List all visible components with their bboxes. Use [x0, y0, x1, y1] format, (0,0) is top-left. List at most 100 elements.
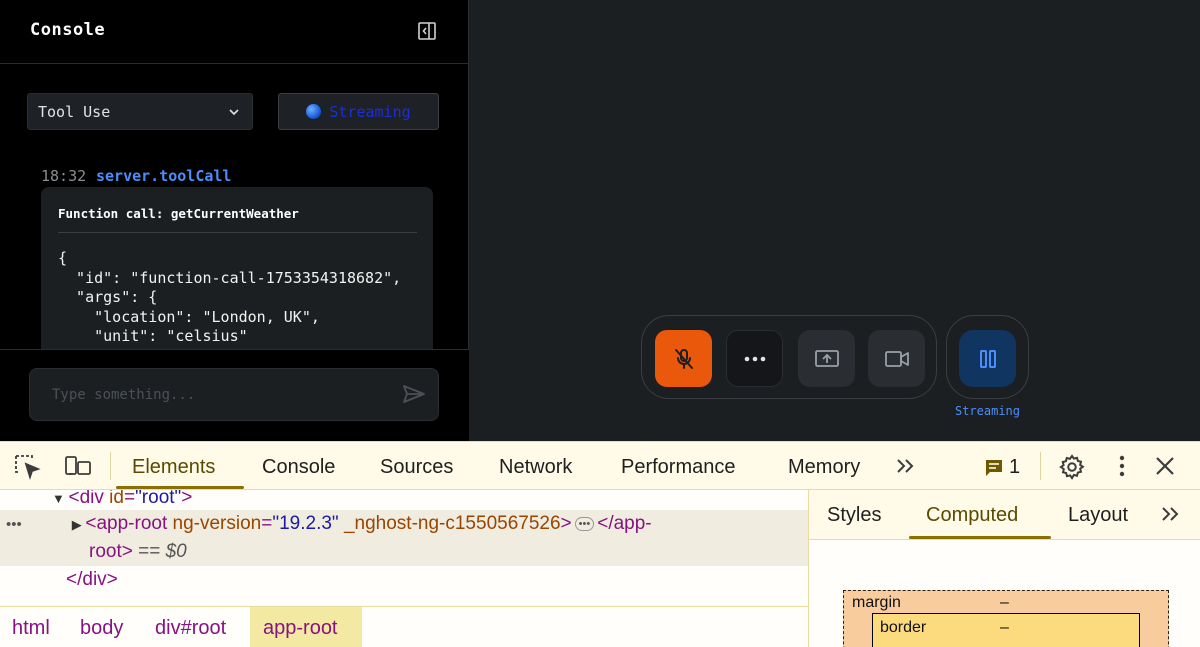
double-chevron-right-icon	[1162, 507, 1179, 521]
tab-elements[interactable]: Elements	[132, 456, 215, 479]
tab-network[interactable]: Network	[499, 456, 572, 479]
tag-name: <app-root	[85, 513, 173, 534]
status-dot-icon	[306, 104, 322, 119]
dom-node-div-close: </div>	[0, 566, 808, 594]
side-pane-tabs: Styles Computed Layout	[809, 490, 1200, 540]
tag-close: </app-	[597, 513, 652, 534]
log-filter-select[interactable]: Tool Use	[27, 93, 253, 130]
streaming-toggle-button[interactable]: Streaming	[278, 93, 439, 130]
function-call-json: { "id": "function-call-1753354318682", "…	[58, 249, 402, 349]
breadcrumb-app-root[interactable]: app-root	[263, 617, 338, 640]
elements-dom-tree: ▼ <div id="root"> ••• ▶ <app-root ng-vers…	[0, 490, 808, 607]
send-icon	[403, 385, 425, 403]
tab-console[interactable]: Console	[262, 456, 335, 479]
chevron-down-icon	[229, 109, 239, 116]
console-header: Console	[0, 0, 469, 64]
row-menu-icon[interactable]: •••	[6, 516, 22, 533]
message-square-icon	[986, 460, 1002, 476]
breadcrumb-body[interactable]: body	[80, 617, 123, 640]
control-tray	[641, 315, 937, 399]
console-panel: Console Tool Use Streaming 18:32 server.…	[0, 0, 469, 441]
log-list: 18:32 server.toolCall Function call: get…	[0, 150, 469, 349]
more-options-button[interactable]	[726, 330, 783, 387]
gear-icon	[1059, 454, 1085, 480]
double-chevron-right-icon	[897, 459, 914, 473]
mic-off-icon	[674, 348, 693, 369]
screen-share-button[interactable]	[798, 330, 855, 387]
streaming-status-label: Streaming	[954, 404, 1021, 418]
issues-count: 1	[1009, 456, 1021, 478]
send-button[interactable]	[402, 384, 426, 409]
attr-name: ng-version	[172, 513, 262, 534]
function-call-title: Function call: getCurrentWeather	[58, 206, 299, 221]
attr-value: "root"	[135, 490, 182, 508]
tab-performance[interactable]: Performance	[621, 456, 736, 479]
camera-button[interactable]	[868, 330, 925, 387]
present-screen-icon	[814, 349, 839, 367]
tab-memory[interactable]: Memory	[788, 456, 860, 479]
log-entry-card: Function call: getCurrentWeather { "id":…	[41, 187, 433, 349]
settings-button[interactable]	[1058, 453, 1086, 481]
collapse-triangle-icon[interactable]: ▶	[72, 517, 86, 532]
devtools-toolbar: Elements Console Sources Network Perform…	[0, 442, 1200, 490]
pause-icon	[979, 349, 996, 368]
console-ref: $0	[165, 541, 187, 562]
breadcrumb-div-root[interactable]: div#root	[155, 617, 226, 640]
box-model-border: border –	[872, 613, 1140, 647]
log-filter-value: Tool Use	[38, 102, 111, 121]
toolbar-divider	[1040, 452, 1041, 480]
live-app-area: Console Tool Use Streaming 18:32 server.…	[0, 0, 1200, 441]
styles-side-pane: Styles Computed Layout margin – border –	[808, 490, 1200, 647]
device-toolbar-button[interactable]	[64, 454, 92, 478]
tab-sources[interactable]: Sources	[380, 456, 453, 479]
customize-menu-button[interactable]	[1112, 454, 1132, 478]
breadcrumb-html[interactable]: html	[12, 617, 50, 640]
equals-sign: ==	[132, 541, 166, 562]
log-source: server.toolCall	[96, 167, 232, 185]
dom-node-app-root-close: root> == $0	[0, 538, 808, 566]
active-tab-indicator	[116, 486, 244, 489]
dom-node-div-root[interactable]: ▼ <div id="root">	[0, 490, 808, 512]
more-horizontal-icon	[744, 356, 765, 361]
ellipsis-badge[interactable]: •••	[574, 516, 595, 531]
connection-tray	[946, 315, 1029, 399]
tab-styles[interactable]: Styles	[827, 504, 881, 527]
margin-value[interactable]: –	[1000, 594, 1009, 612]
more-tabs-button[interactable]	[894, 456, 918, 476]
pause-stream-button[interactable]	[959, 330, 1016, 387]
tag-close: </div>	[66, 569, 118, 590]
tag-close: >	[181, 490, 193, 508]
app-root: Console Tool Use Streaming 18:32 server.…	[0, 0, 1200, 647]
tag-close: root>	[89, 541, 133, 562]
device-mode-icon	[65, 456, 91, 475]
streaming-button-label: Streaming	[329, 102, 411, 121]
tag-name: <div	[68, 490, 110, 508]
toolbar-divider	[110, 452, 111, 480]
more-vertical-icon	[1119, 455, 1125, 477]
message-input[interactable]	[29, 368, 439, 421]
message-input-bar	[0, 349, 469, 441]
border-value[interactable]: –	[1000, 619, 1009, 637]
attr-value: "19.2.3"	[272, 513, 339, 534]
breadcrumb: html body div#root app-root	[0, 606, 808, 647]
tab-layout[interactable]: Layout	[1068, 504, 1128, 527]
inspect-cursor-icon	[15, 455, 41, 480]
close-devtools-button[interactable]	[1154, 455, 1176, 477]
mic-toggle-button[interactable]	[655, 330, 712, 387]
dom-node-app-root[interactable]: ••• ▶ <app-root ng-version="19.2.3" _ngho…	[0, 510, 808, 538]
sidebar-collapse-icon	[418, 22, 436, 40]
border-label: border	[880, 619, 927, 636]
videocam-icon	[884, 350, 909, 367]
issues-button[interactable]	[984, 458, 1004, 478]
card-divider	[58, 232, 417, 233]
devtools-panel: Elements Console Sources Network Perform…	[0, 441, 1200, 647]
tab-computed[interactable]: Computed	[926, 504, 1018, 527]
expand-triangle-icon[interactable]: ▼	[52, 491, 68, 506]
attr-name: _nghost-ng-c1550567526	[343, 513, 561, 534]
collapse-panel-button[interactable]	[414, 18, 440, 44]
active-side-tab-indicator	[909, 536, 1051, 539]
inspect-element-button[interactable]	[14, 454, 42, 480]
more-side-tabs-button[interactable]	[1159, 504, 1183, 524]
log-timestamp: 18:32	[41, 167, 87, 185]
attr-name: id	[109, 490, 124, 508]
